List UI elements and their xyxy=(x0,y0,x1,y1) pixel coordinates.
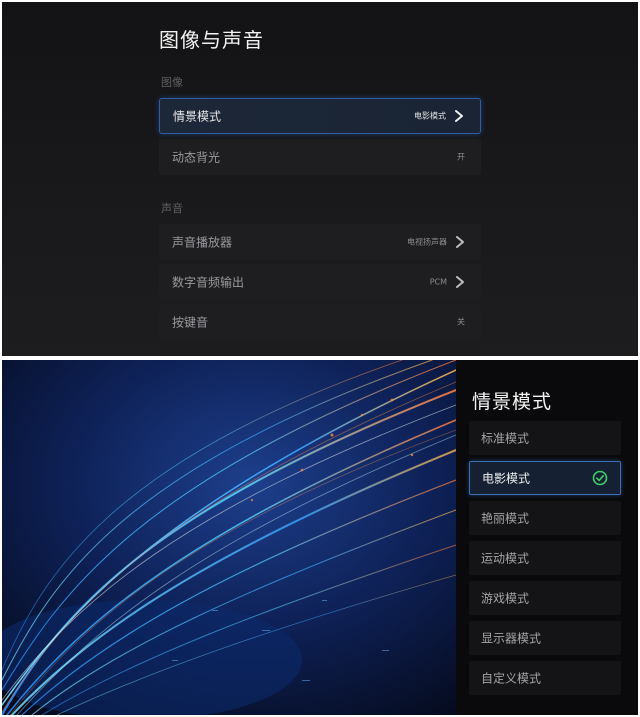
mode-label: 显示器模式 xyxy=(481,631,542,646)
scene-mode-panel: 情景模式 标准模式 电影模式 艳丽模式 运动模式 游戏模式 显示器模式 自定义模… xyxy=(456,360,638,715)
mode-label: 游戏模式 xyxy=(481,591,530,606)
section-label-picture: 图像 xyxy=(161,76,183,89)
settings-row-key-tone[interactable]: 按键音 关 xyxy=(159,304,481,340)
row-value: 电视扬声器 xyxy=(407,237,447,247)
row-label: 数字音频输出 xyxy=(172,275,245,290)
chevron-right-icon xyxy=(456,276,464,288)
row-value: 电影模式 xyxy=(414,111,446,121)
wallpaper-image xyxy=(2,360,456,715)
check-circle-icon xyxy=(592,470,608,486)
chevron-right-icon xyxy=(456,236,464,248)
settings-screen: 图像与声音 图像 情景模式 电影模式 动态背光 开 声音 声音播放器 电视扬声器… xyxy=(2,2,638,356)
row-value: PCM xyxy=(429,277,447,287)
row-label: 动态背光 xyxy=(172,150,221,165)
row-label: 声音播放器 xyxy=(172,235,233,250)
settings-row-sound-output[interactable]: 声音播放器 电视扬声器 xyxy=(159,224,481,260)
mode-label: 运动模式 xyxy=(481,551,530,566)
mode-option-standard[interactable]: 标准模式 xyxy=(469,421,621,455)
mode-option-movie[interactable]: 电影模式 xyxy=(469,461,621,495)
mode-label: 艳丽模式 xyxy=(481,511,530,526)
mode-option-monitor[interactable]: 显示器模式 xyxy=(469,621,621,655)
mode-label: 电影模式 xyxy=(482,471,531,486)
settings-row-digital-audio-output[interactable]: 数字音频输出 PCM xyxy=(159,264,481,300)
row-value: 关 xyxy=(457,317,465,327)
settings-row-scene-mode[interactable]: 情景模式 电影模式 xyxy=(159,98,481,134)
panel-title: 情景模式 xyxy=(472,391,553,413)
settings-row-partial xyxy=(159,346,481,356)
row-value: 开 xyxy=(457,152,465,162)
chevron-right-icon xyxy=(455,110,463,122)
mode-option-game[interactable]: 游戏模式 xyxy=(469,581,621,615)
settings-row-dynamic-backlight[interactable]: 动态背光 开 xyxy=(159,139,481,175)
mode-label: 标准模式 xyxy=(481,431,530,446)
section-label-sound: 声音 xyxy=(161,202,183,215)
scene-mode-screen: 情景模式 标准模式 电影模式 艳丽模式 运动模式 游戏模式 显示器模式 自定义模… xyxy=(2,360,638,715)
mode-option-sports[interactable]: 运动模式 xyxy=(469,541,621,575)
row-label: 按键音 xyxy=(172,315,209,330)
mode-option-custom[interactable]: 自定义模式 xyxy=(469,661,621,695)
page-title: 图像与声音 xyxy=(159,28,264,52)
row-label: 情景模式 xyxy=(173,109,222,124)
mode-label: 自定义模式 xyxy=(481,671,542,686)
mode-option-vivid[interactable]: 艳丽模式 xyxy=(469,501,621,535)
